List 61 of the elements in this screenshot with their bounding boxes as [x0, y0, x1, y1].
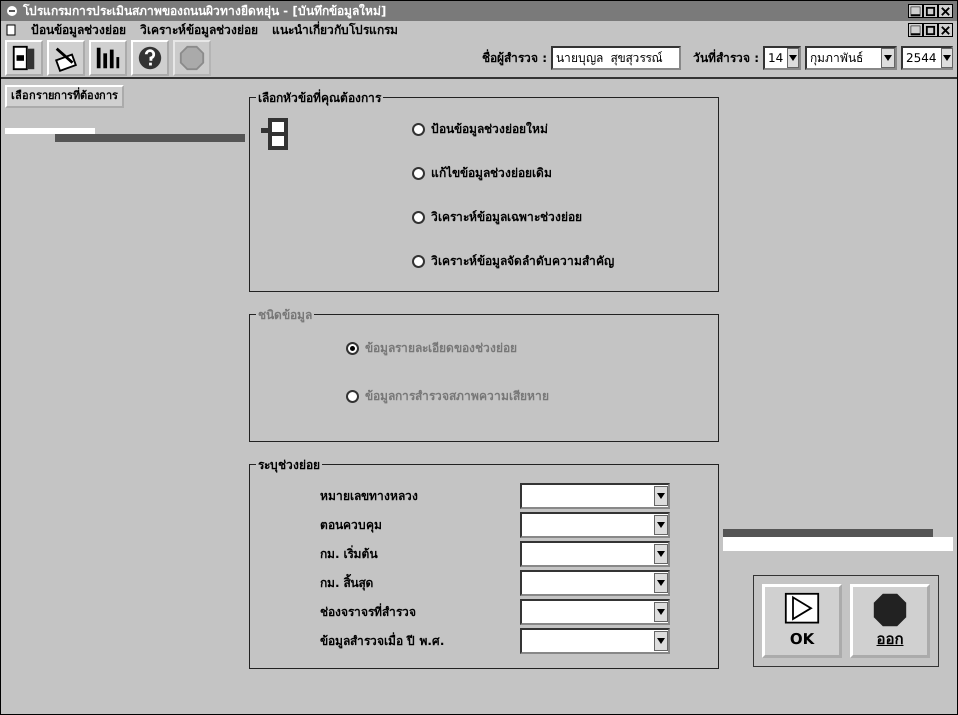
dropdown-arrow-icon — [656, 607, 666, 617]
app-icon — [5, 4, 19, 18]
help-icon — [136, 44, 164, 72]
dropdown-field[interactable] — [520, 628, 670, 654]
month-dropdown[interactable]: กุมภาพันธ์ — [805, 46, 897, 70]
dropdown-field[interactable] — [520, 512, 670, 538]
day-dropdown[interactable]: 14 — [763, 46, 801, 70]
close-icon — [940, 24, 951, 36]
dropdown-arrow-icon — [656, 549, 666, 559]
stop-icon — [178, 44, 206, 72]
tool-button[interactable] — [5, 40, 43, 76]
dropdown-arrow-icon — [788, 53, 798, 63]
date-label: วันที่สำรวจ : — [693, 49, 759, 67]
close-icon — [940, 6, 951, 16]
dropdown-arrow-icon — [656, 578, 666, 588]
action-button[interactable]: OK — [762, 584, 842, 658]
radio-option[interactable]: วิเคราะห์ข้อมูลเฉพาะช่วงย่อย — [412, 208, 614, 226]
group-title: ชนิดข้อมูล — [256, 306, 314, 324]
menu-item[interactable]: แนะนำเกี่ยวกับโปรแกรม — [272, 21, 398, 39]
maximize-button[interactable] — [923, 23, 938, 37]
dropdown-arrow-icon — [942, 53, 952, 63]
dropdown-field[interactable] — [520, 483, 670, 509]
dropdown-arrow-icon — [656, 636, 666, 646]
stop-sign-icon — [872, 592, 908, 628]
tool-button[interactable] — [89, 40, 127, 76]
tool-button[interactable] — [47, 40, 85, 76]
close-button[interactable] — [938, 23, 953, 37]
action-button[interactable]: ออก — [850, 584, 930, 658]
dropdown-field[interactable] — [520, 541, 670, 567]
dropdown-arrow-icon — [656, 491, 666, 501]
year-dropdown[interactable]: 2544 — [901, 46, 953, 70]
dropdown-arrow-icon — [883, 53, 893, 63]
field-label: ข้อมูลสำรวจเมื่อ ปี พ.ศ. — [320, 632, 446, 650]
radio-option[interactable]: วิเคราะห์ข้อมูลจัดลำดับความสำคัญ — [412, 252, 614, 270]
minimize-button[interactable] — [908, 4, 923, 18]
surveyor-label: ชื่อผู้สำรวจ : — [482, 49, 548, 67]
menu-item[interactable]: วิเคราะห์ข้อมูลช่วงย่อย — [140, 21, 258, 39]
field-label: ตอนควบคุม — [320, 517, 383, 534]
document-icon — [5, 24, 17, 36]
maximize-button[interactable] — [923, 4, 938, 18]
radio-option[interactable]: แก้ไขข้อมูลช่วงย่อยเดิม — [412, 164, 614, 182]
minimize-button[interactable] — [908, 23, 923, 37]
select-button[interactable]: เลือกรายการที่ต้องการ — [5, 85, 124, 108]
window-title: โปรแกรมการประเมินสภาพของถนนผิวทางยืดหยุ่น - [บันทึกข้อมูลใหม่] — [23, 2, 386, 20]
field-label: หมายเลขทางหลวง — [320, 488, 419, 505]
dropdown-arrow-icon — [656, 520, 666, 530]
maximize-icon — [925, 6, 936, 16]
field-label: กม. เริ่มต้น — [320, 545, 379, 563]
maximize-icon — [925, 24, 936, 36]
minimize-icon — [910, 6, 921, 16]
tool-button[interactable] — [131, 40, 169, 76]
surveyor-field[interactable]: นายบุญล สุขสุวรรณ์ — [551, 46, 682, 70]
radio-option[interactable]: ป้อนข้อมูลช่วงย่อยใหม่ — [412, 120, 614, 138]
field-label: ช่องจราจรที่สำรวจ — [320, 603, 417, 621]
minimize-icon — [910, 24, 921, 36]
dropdown-field[interactable] — [520, 599, 670, 625]
field-label: กม. สิ้นสุด — [320, 574, 520, 592]
close-button[interactable] — [938, 4, 953, 18]
dropdown-field[interactable] — [520, 570, 670, 596]
group-title: เลือกหัวข้อที่คุณต้องการ — [256, 89, 383, 107]
menu-item[interactable]: ป้อนข้อมูลช่วงย่อย — [31, 21, 126, 39]
